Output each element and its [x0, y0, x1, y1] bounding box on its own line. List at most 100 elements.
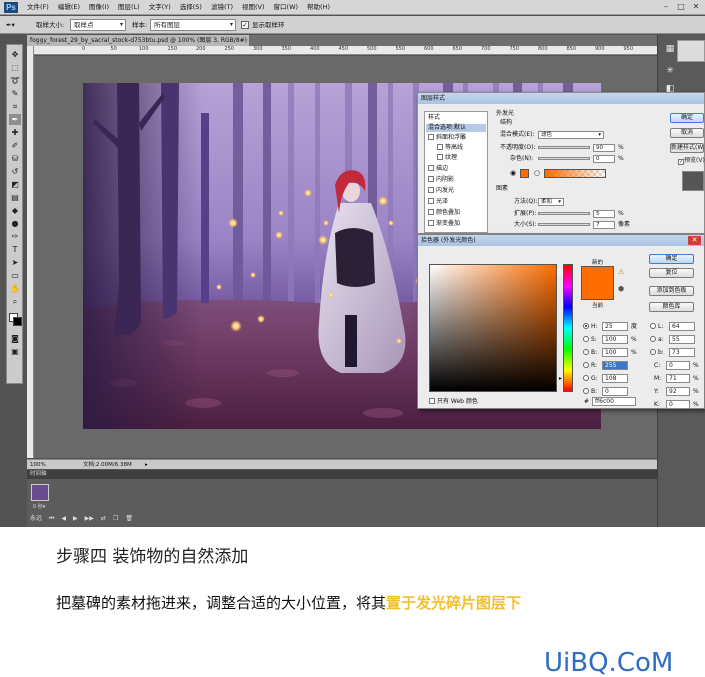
- menu-file[interactable]: 文件(F): [27, 2, 49, 13]
- first-frame-icon[interactable]: ⏮: [49, 514, 54, 524]
- zoom-tool-icon[interactable]: ⌕: [9, 296, 21, 307]
- lab-b-input[interactable]: 73: [669, 348, 695, 357]
- red-radio[interactable]: [583, 362, 589, 368]
- style-list-item[interactable]: 样式: [428, 114, 440, 122]
- noise-slider[interactable]: [538, 157, 590, 160]
- pen-tool-icon[interactable]: ✑: [9, 231, 21, 242]
- opacity-input[interactable]: 90: [593, 144, 615, 152]
- color-field[interactable]: [429, 264, 563, 392]
- shape-tool-icon[interactable]: ▭: [9, 270, 21, 281]
- blue-input[interactable]: 0: [602, 387, 628, 396]
- cancel-button[interactable]: 取消: [670, 128, 704, 138]
- green-input[interactable]: 108: [602, 374, 628, 383]
- size-slider[interactable]: [538, 223, 590, 226]
- menu-help[interactable]: 帮助(H): [307, 2, 330, 13]
- brush-tool-icon[interactable]: ✐: [9, 140, 21, 151]
- duplicate-frame-icon[interactable]: ❐: [113, 514, 118, 524]
- marquee-tool-icon[interactable]: ⬚: [9, 62, 21, 73]
- web-safe-cube-icon[interactable]: ⬢: [618, 285, 624, 293]
- glow-color-swatch[interactable]: [520, 169, 529, 178]
- menu-edit[interactable]: 编辑(E): [58, 2, 80, 13]
- path-select-tool-icon[interactable]: ➤: [9, 257, 21, 268]
- brightness-input[interactable]: 100: [602, 348, 628, 357]
- menu-type[interactable]: 文字(Y): [149, 2, 171, 13]
- menu-select[interactable]: 选择(S): [180, 2, 202, 13]
- lab-l-radio[interactable]: [650, 323, 656, 329]
- technique-select[interactable]: 柔和 ▾: [538, 198, 564, 206]
- size-input[interactable]: 7: [593, 221, 615, 229]
- show-ring-checkbox[interactable]: ✓: [241, 21, 249, 29]
- blend-mode-select[interactable]: 滤色 ▾: [538, 131, 604, 139]
- noise-input[interactable]: 0: [593, 155, 615, 163]
- loop-select[interactable]: 永远: [30, 514, 42, 524]
- reset-button[interactable]: 复位: [649, 268, 694, 278]
- history-panel-icon[interactable]: ▦: [664, 43, 676, 55]
- dodge-tool-icon[interactable]: ●: [9, 218, 21, 229]
- menu-image[interactable]: 图像(I): [89, 2, 109, 13]
- glow-gradient-swatch[interactable]: [544, 169, 606, 178]
- next-frame-icon[interactable]: ▶▶: [85, 514, 94, 524]
- frame-delay[interactable]: 0 秒▾: [33, 504, 45, 511]
- close-icon[interactable]: ✕: [691, 2, 701, 12]
- clone-stamp-tool-icon[interactable]: ⛁: [9, 153, 21, 164]
- history-brush-tool-icon[interactable]: ↺: [9, 166, 21, 177]
- opacity-slider[interactable]: [538, 146, 590, 149]
- brightness-radio[interactable]: [583, 349, 589, 355]
- blue-radio[interactable]: [583, 388, 589, 394]
- sample-select[interactable]: 所有图层 ▾: [150, 19, 236, 31]
- color-radio-icon[interactable]: ◉: [510, 169, 516, 177]
- minimize-icon[interactable]: –: [661, 2, 671, 12]
- style-list-item[interactable]: 描边: [428, 165, 448, 173]
- lab-l-input[interactable]: 64: [669, 322, 695, 331]
- lab-a-input[interactable]: 55: [669, 335, 695, 344]
- gradient-radio-icon[interactable]: ○: [534, 169, 540, 177]
- style-list-item[interactable]: 内阴影: [428, 176, 454, 184]
- tween-icon[interactable]: ⇄: [101, 514, 106, 524]
- preview-checkbox[interactable]: ✓预览(V): [678, 157, 705, 165]
- prev-frame-icon[interactable]: ◀: [61, 514, 66, 524]
- cyan-input[interactable]: 0: [666, 361, 690, 370]
- timeline-title[interactable]: 时间轴: [30, 470, 47, 479]
- style-list-item-blending[interactable]: 混合选项:默认: [426, 124, 486, 132]
- healing-tool-icon[interactable]: ✚: [9, 127, 21, 138]
- spread-slider[interactable]: [538, 212, 590, 215]
- ok-button[interactable]: 确定: [649, 254, 694, 264]
- lasso-tool-icon[interactable]: ➰: [9, 75, 21, 86]
- style-list-item[interactable]: 渐变叠加: [428, 220, 460, 228]
- add-to-swatches-button[interactable]: 添加到色板: [649, 286, 694, 296]
- close-icon[interactable]: ✕: [688, 236, 701, 245]
- hue-slider-marker-icon[interactable]: ▸: [559, 376, 562, 382]
- play-icon[interactable]: ▶: [73, 514, 78, 524]
- warning-icon[interactable]: ⚠: [618, 268, 624, 276]
- crop-tool-icon[interactable]: ⌗: [9, 101, 21, 112]
- zoom-level[interactable]: 100%: [30, 460, 46, 470]
- move-tool-icon[interactable]: ✥: [9, 49, 21, 60]
- properties-panel-icon[interactable]: ✳: [664, 65, 676, 77]
- color-panel-strip[interactable]: [677, 40, 705, 62]
- maximize-icon[interactable]: □: [676, 2, 686, 12]
- eraser-tool-icon[interactable]: ◩: [9, 179, 21, 190]
- style-list-item[interactable]: 光泽: [428, 198, 448, 206]
- menu-layer[interactable]: 图层(L): [118, 2, 140, 13]
- type-tool-icon[interactable]: T: [9, 244, 21, 255]
- style-list-item[interactable]: 内发光: [428, 187, 454, 195]
- hue-input[interactable]: 25: [602, 322, 628, 331]
- new-style-button[interactable]: 新建样式(W)...: [670, 143, 704, 153]
- gradient-tool-icon[interactable]: ▤: [9, 192, 21, 203]
- lab-b-radio[interactable]: [650, 349, 656, 355]
- menu-view[interactable]: 视图(V): [242, 2, 265, 13]
- yellow-input[interactable]: 92: [666, 387, 690, 396]
- black-input[interactable]: 0: [666, 400, 690, 409]
- spread-input[interactable]: 5: [593, 210, 615, 218]
- ok-button[interactable]: 确定: [670, 113, 704, 123]
- animation-frame[interactable]: [31, 484, 49, 501]
- quick-mask-icon[interactable]: ◙: [9, 333, 21, 344]
- eyedropper-tool-icon[interactable]: ✒: [9, 114, 21, 125]
- style-list-item[interactable]: 斜面和浮雕: [428, 134, 466, 142]
- menu-filter[interactable]: 滤镜(T): [211, 2, 233, 13]
- style-list-item[interactable]: 颜色叠加: [428, 209, 460, 217]
- color-libraries-button[interactable]: 颜色库: [649, 302, 694, 312]
- trash-icon[interactable]: 🗑: [125, 514, 133, 524]
- screen-mode-icon[interactable]: ▣: [9, 346, 21, 357]
- saturation-input[interactable]: 100: [602, 335, 628, 344]
